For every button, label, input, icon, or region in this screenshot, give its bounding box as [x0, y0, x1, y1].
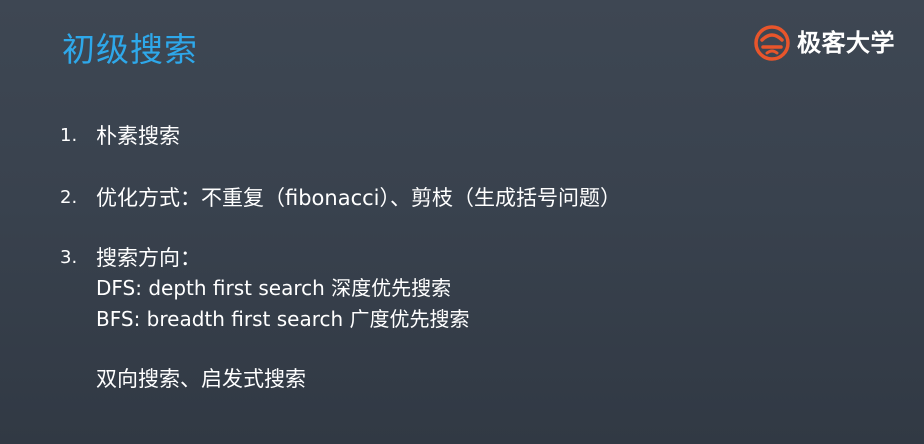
extra-search-line: 双向搜索、启发式搜索: [96, 367, 306, 391]
list-item-text: 优化方式：不重复（fibonacci）、剪枝（生成括号问题）: [96, 186, 622, 210]
geekbang-logo-icon: [754, 25, 790, 61]
bfs-line: BFS: breadth first search 广度优先搜索: [96, 307, 470, 331]
dfs-line: DFS: depth first search 深度优先搜索: [96, 276, 452, 300]
list-item-text: 朴素搜索: [96, 124, 180, 148]
brand-name: 极客大学: [797, 29, 895, 57]
slide-title: 初级搜索: [62, 30, 198, 69]
list-item-number: 3.: [60, 247, 78, 268]
list-item-text: 搜索方向：: [96, 246, 201, 270]
list-item-number: 2.: [60, 187, 78, 208]
list-item-number: 1.: [60, 125, 78, 146]
brand-logo: 极客大学: [754, 25, 895, 61]
